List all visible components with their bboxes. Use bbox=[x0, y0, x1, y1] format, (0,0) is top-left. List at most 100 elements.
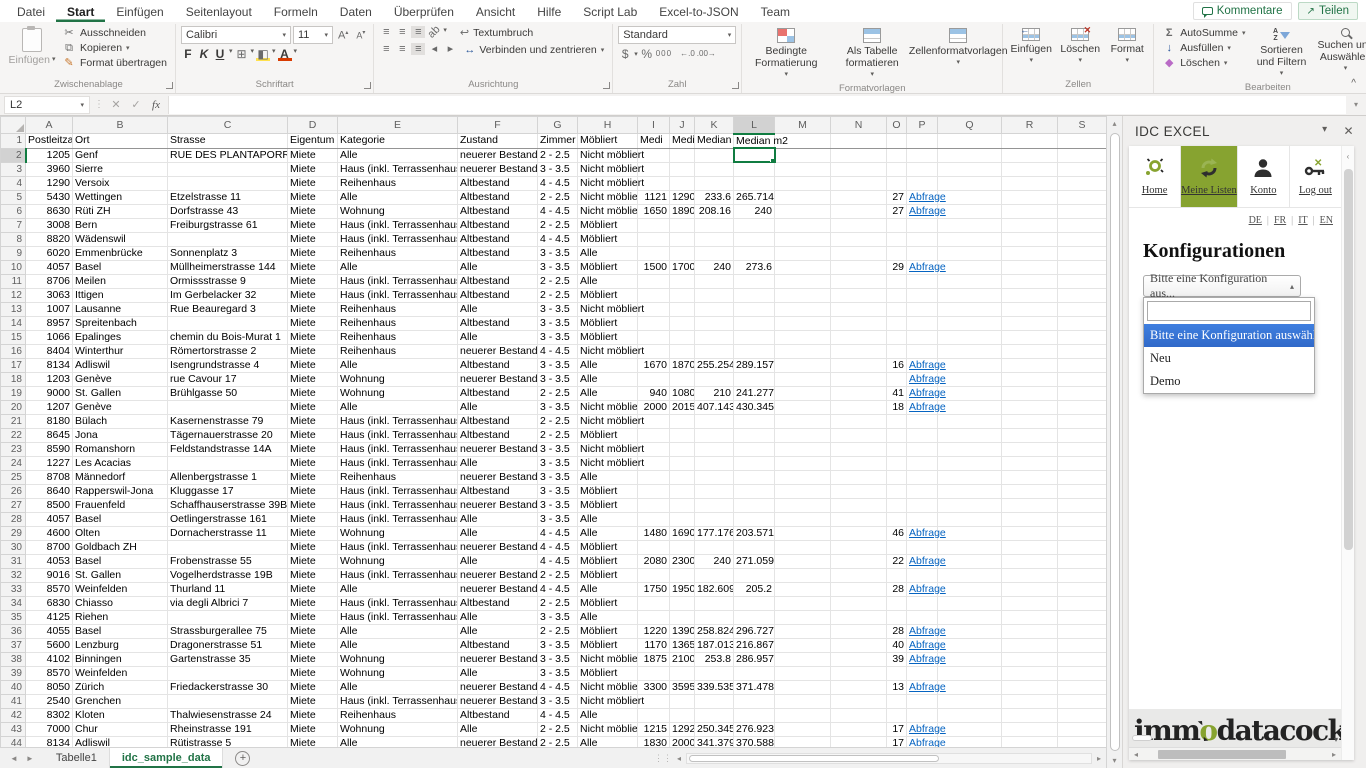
cell[interactable]: 3960 bbox=[25, 162, 73, 177]
cell[interactable]: 4053 bbox=[25, 554, 73, 569]
abfrage-link[interactable]: Abfrage bbox=[906, 736, 946, 747]
cell[interactable] bbox=[937, 204, 1002, 219]
percent-button[interactable]: % bbox=[640, 48, 654, 60]
cell[interactable] bbox=[937, 176, 1002, 191]
cell[interactable]: 3 - 3.5 bbox=[537, 456, 578, 471]
currency-button[interactable]: $ bbox=[618, 48, 632, 60]
cell[interactable]: Alle bbox=[457, 400, 538, 415]
column-header-A[interactable]: A bbox=[25, 116, 73, 134]
cell[interactable] bbox=[906, 148, 938, 163]
cell[interactable]: Alle bbox=[577, 526, 638, 541]
cell[interactable]: Miete bbox=[287, 400, 338, 415]
cell[interactable] bbox=[1001, 442, 1058, 457]
cell[interactable] bbox=[906, 316, 938, 331]
row-header-34[interactable]: 34 bbox=[0, 595, 26, 611]
cell[interactable]: Miete bbox=[287, 512, 338, 527]
cell[interactable] bbox=[774, 218, 831, 233]
cell[interactable]: neuerer Bestand bbox=[457, 470, 538, 485]
cell[interactable]: 289.157 bbox=[733, 358, 775, 373]
cell[interactable] bbox=[733, 666, 775, 681]
align-bottom-icon[interactable]: ≡ bbox=[411, 26, 426, 38]
cell[interactable] bbox=[733, 372, 775, 387]
cell[interactable] bbox=[886, 176, 907, 191]
expand-formula-bar-icon[interactable]: ▾ bbox=[1350, 100, 1362, 109]
cell[interactable]: 276.923 bbox=[733, 722, 775, 737]
row-header-5[interactable]: 5 bbox=[0, 189, 26, 205]
cell[interactable]: 1080 bbox=[669, 386, 695, 401]
clear-button[interactable]: ◆ Löschen ▾ bbox=[1159, 56, 1248, 70]
cell[interactable] bbox=[774, 526, 831, 541]
cell[interactable] bbox=[669, 470, 695, 485]
cell[interactable] bbox=[733, 596, 775, 611]
cell[interactable]: 4057 bbox=[25, 512, 73, 527]
number-format-combo[interactable]: Standard ▾ bbox=[618, 26, 737, 44]
cell[interactable]: Altbestand bbox=[457, 428, 538, 443]
cell[interactable]: Haus (inkl. Terrassenhaus) bbox=[337, 274, 458, 289]
cell[interactable] bbox=[1001, 162, 1058, 177]
cell[interactable]: Nicht möbliert bbox=[577, 204, 638, 219]
cell[interactable]: 4 - 4.5 bbox=[537, 526, 578, 541]
cell[interactable]: Kluggasse 17 bbox=[167, 484, 288, 499]
cell[interactable] bbox=[937, 708, 1002, 723]
cell[interactable]: Frobenstrasse 55 bbox=[167, 554, 288, 569]
cell[interactable] bbox=[937, 316, 1002, 331]
cell[interactable] bbox=[1057, 414, 1106, 429]
cell[interactable]: Miete bbox=[287, 498, 338, 513]
cell[interactable]: Ittigen bbox=[72, 288, 168, 303]
cell[interactable] bbox=[167, 400, 288, 415]
cell[interactable] bbox=[1057, 428, 1106, 443]
cell[interactable] bbox=[637, 246, 670, 261]
cell[interactable] bbox=[694, 694, 734, 709]
cell[interactable] bbox=[886, 498, 907, 513]
row-header-6[interactable]: 6 bbox=[0, 203, 26, 219]
cell[interactable] bbox=[937, 456, 1002, 471]
dialog-launcher-icon[interactable] bbox=[603, 82, 611, 89]
cell[interactable] bbox=[669, 512, 695, 527]
cell[interactable] bbox=[1057, 176, 1106, 191]
cell[interactable]: 2 - 2.5 bbox=[537, 414, 578, 429]
cell[interactable] bbox=[733, 512, 775, 527]
cell[interactable] bbox=[774, 498, 831, 513]
abfrage-link[interactable]: Abfrage bbox=[906, 554, 946, 569]
cell[interactable]: 8645 bbox=[25, 428, 73, 443]
cell[interactable] bbox=[1057, 470, 1106, 485]
align-top-icon[interactable]: ≡ bbox=[379, 26, 393, 38]
cell[interactable] bbox=[694, 666, 734, 681]
align-middle-icon[interactable]: ≡ bbox=[395, 26, 409, 38]
cell[interactable] bbox=[774, 344, 831, 359]
cell[interactable] bbox=[637, 596, 670, 611]
cell[interactable]: Reihenhaus bbox=[337, 330, 458, 345]
cell[interactable]: 1950 bbox=[669, 582, 695, 597]
cell[interactable]: 2 - 2.5 bbox=[537, 428, 578, 443]
abfrage-link[interactable]: Abfrage bbox=[906, 386, 946, 401]
cell[interactable]: 18 bbox=[886, 400, 907, 415]
cell[interactable]: 4 - 4.5 bbox=[537, 232, 578, 247]
cell[interactable] bbox=[774, 302, 831, 317]
cell[interactable] bbox=[830, 260, 887, 275]
cell[interactable] bbox=[637, 288, 670, 303]
cell[interactable] bbox=[733, 274, 775, 289]
cell[interactable]: 1650 bbox=[637, 204, 670, 219]
format-as-table-button[interactable]: Als Tabelle formatieren ▾ bbox=[833, 26, 911, 81]
cell[interactable] bbox=[1001, 288, 1058, 303]
cell[interactable]: Haus (inkl. Terrassenhaus) bbox=[337, 456, 458, 471]
cell[interactable] bbox=[1057, 400, 1106, 415]
sheet-tab-idc-sample-data[interactable]: idc_sample_data bbox=[109, 748, 224, 768]
cell[interactable]: Median m bbox=[694, 133, 734, 149]
cell[interactable]: Emmenbrücke bbox=[72, 246, 168, 261]
cell[interactable]: Kloten bbox=[72, 708, 168, 723]
cell[interactable]: 1480 bbox=[637, 526, 670, 541]
cell[interactable]: 3 - 3.5 bbox=[537, 400, 578, 415]
cell[interactable] bbox=[830, 358, 887, 373]
row-header-11[interactable]: 11 bbox=[0, 273, 26, 289]
cell[interactable]: Alle bbox=[577, 512, 638, 527]
cell[interactable] bbox=[906, 302, 938, 317]
column-header-B[interactable]: B bbox=[72, 116, 168, 134]
cell[interactable]: 265.714 bbox=[733, 190, 775, 205]
cell[interactable]: Alle bbox=[337, 400, 458, 415]
cell[interactable]: Möbliert bbox=[577, 330, 638, 345]
cell[interactable]: 1390 bbox=[669, 624, 695, 639]
cell[interactable] bbox=[669, 288, 695, 303]
cell[interactable]: 3300 bbox=[637, 680, 670, 695]
cell[interactable]: Alle bbox=[337, 358, 458, 373]
